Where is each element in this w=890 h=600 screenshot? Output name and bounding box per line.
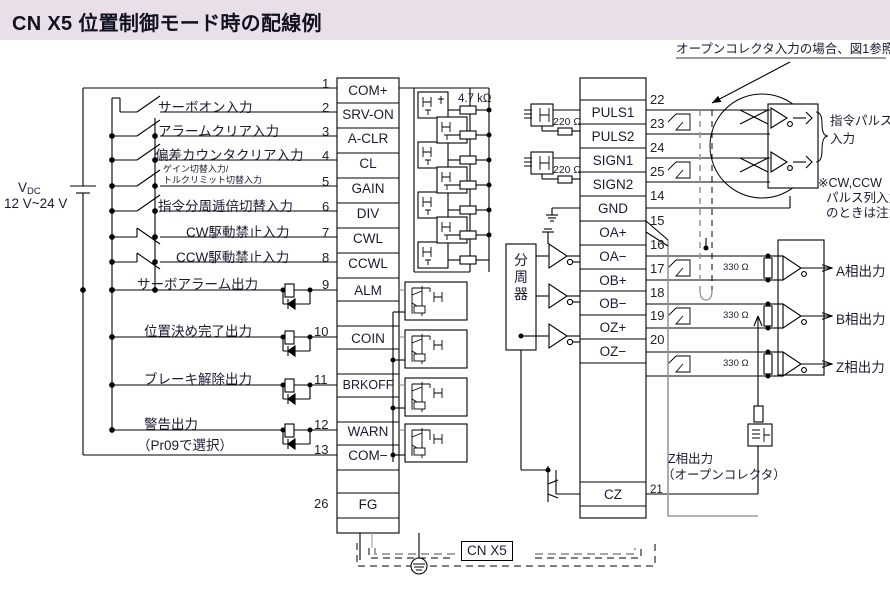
terminal-com-minus: COM− (348, 448, 388, 463)
input-label-gain-l1: ゲイン切替入力/ (163, 164, 229, 174)
output-label-alm: サーボアラーム出力 (137, 277, 259, 292)
terminal-com-plus: COM+ (348, 83, 388, 98)
resistor-label-330-z: 330 Ω (723, 358, 749, 369)
input-label-a-clr: アラームクリア入力 (158, 124, 280, 139)
pin-number-16: 16 (650, 237, 665, 252)
output-label-coin: 位置決め完了出力 (144, 324, 252, 339)
pin-number-7: 7 (322, 225, 330, 240)
pin-number-11: 11 (314, 372, 328, 387)
terminal-srv-on: SRV-ON (342, 107, 394, 122)
pin-number-23: 23 (650, 116, 665, 131)
terminal-coin: COIN (351, 331, 385, 346)
output-label-warn-2: （Pr09で選択） (137, 438, 234, 453)
resistor-label-330-a: 330 Ω (723, 262, 749, 273)
input-label-ccwl: CCW駆動禁止入力 (176, 250, 290, 265)
pin-number-24: 24 (650, 140, 665, 155)
z-open-collector-line1: Z相出力 (668, 452, 714, 466)
command-pulse-input-line1: 指令パルス (830, 114, 890, 128)
terminal-cl: CL (359, 156, 377, 171)
pin-number-22: 22 (650, 92, 665, 107)
vdc-symbol: V (18, 180, 28, 195)
output-label-b-phase: B相出力 (836, 312, 886, 327)
z-open-collector-line2: （オープンコレクタ） (662, 468, 786, 482)
terminal-ob-plus: OB+ (599, 273, 627, 288)
terminal-cz: CZ (604, 487, 622, 502)
resistor-label-330-b: 330 Ω (723, 310, 749, 321)
terminal-oa-minus: OA− (599, 249, 627, 264)
terminal-gain: GAIN (351, 181, 385, 196)
pin-number-14: 14 (650, 188, 665, 203)
input-label-gain-l2: トルクリミット切替入力 (163, 175, 263, 185)
terminal-sign2: SIGN2 (592, 177, 634, 192)
open-collector-note: オープンコレクタ入力の場合、図1参照 (676, 42, 890, 56)
pin-number-6: 6 (322, 199, 330, 214)
terminal-fg: FG (358, 497, 378, 512)
command-pulse-input-line2: 入力 (830, 132, 856, 146)
input-label-cwl: CW駆動禁止入力 (186, 225, 290, 240)
pin-number-26: 26 (314, 496, 329, 511)
output-label-z-phase: Z相出力 (836, 360, 885, 375)
resistor-label-220-1: 220 Ω (553, 116, 582, 128)
terminal-oz-plus: OZ+ (599, 320, 627, 335)
terminal-ccwl: CCWL (348, 256, 388, 271)
pin-number-19: 19 (650, 308, 665, 323)
output-label-warn: 警告出力 (144, 417, 198, 432)
terminal-puls1: PULS1 (591, 105, 635, 120)
terminal-oa-plus: OA+ (599, 225, 627, 240)
pin-number-18: 18 (650, 285, 665, 300)
pin-number-21: 21 (650, 484, 663, 496)
pin-number-8: 8 (322, 250, 330, 265)
terminal-a-clr: A-CLR (347, 131, 389, 146)
input-label-srv-on: サーボオン入力 (158, 100, 253, 115)
wiring-schematic (70, 57, 886, 575)
output-label-brkoff: ブレーキ解除出力 (144, 372, 252, 387)
pin-number-4: 4 (322, 148, 330, 163)
terminal-oz-minus: OZ− (599, 344, 627, 359)
pin-number-10: 10 (314, 324, 329, 339)
divider-char-2: 周 (514, 269, 528, 285)
terminal-brkoff: BRKOFF (342, 378, 394, 392)
shield-cnx5-label: CN X5 (461, 541, 513, 561)
pin-number-12: 12 (314, 417, 329, 432)
pin-number-25: 25 (650, 164, 665, 179)
terminal-alm: ALM (354, 283, 382, 298)
cw-ccw-note-line2: パルス列入力 (826, 191, 890, 205)
diagram-canvas: CN X5 位置制御モード時の配線例 VDC 12 V~24 V サーボオン入力… (0, 0, 890, 600)
pin-number-17: 17 (650, 261, 665, 276)
divider-char-3: 器 (514, 286, 528, 302)
terminal-puls2: PULS2 (591, 129, 635, 144)
input-label-cl: 偏差カウンタクリア入力 (155, 148, 304, 163)
cw-ccw-note-line3: のときは注意 (826, 206, 890, 220)
vdc-range: 12 V~24 V (4, 196, 68, 211)
pin-number-20: 20 (650, 332, 665, 347)
terminal-div: DIV (356, 206, 380, 221)
pin-number-15: 15 (650, 213, 665, 228)
resistor-label-220-2: 220 Ω (553, 164, 582, 176)
divider-block: 分 周 器 (511, 252, 531, 303)
pin-number-3: 3 (322, 124, 330, 139)
terminal-cwl: CWL (353, 231, 383, 246)
vdc-label: VDC (18, 180, 41, 197)
divider-char-1: 分 (514, 252, 528, 268)
pin-number-5: 5 (322, 174, 330, 189)
terminal-gnd: GND (598, 201, 628, 216)
pin-number-13: 13 (314, 442, 329, 457)
cw-ccw-note-line1: ※CW,CCW (818, 176, 882, 190)
pin-number-9: 9 (322, 277, 330, 292)
pin-number-2: 2 (322, 100, 330, 115)
resistor-label-4k7: 4.7 kΩ (458, 93, 492, 105)
terminal-sign1: SIGN1 (592, 153, 634, 168)
input-label-div: 指令分周逓倍切替入力 (158, 199, 293, 214)
terminal-warn: WARN (347, 424, 389, 439)
terminal-ob-minus: OB− (599, 296, 627, 311)
pin-number-1: 1 (322, 76, 330, 91)
output-label-a-phase: A相出力 (836, 264, 886, 279)
